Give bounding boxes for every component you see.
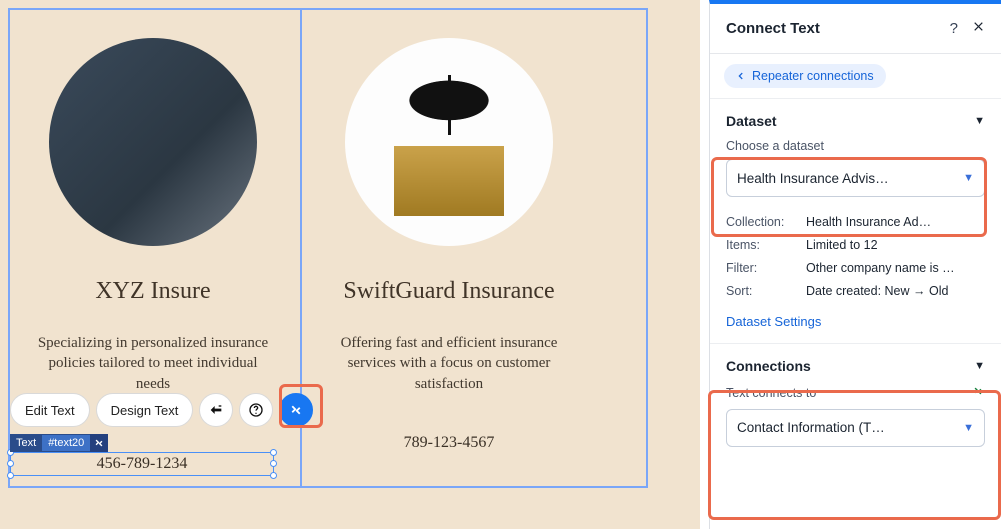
selection-box[interactable] [10, 452, 274, 476]
meta-key: Collection: [726, 211, 798, 234]
breadcrumb-row: Repeater connections [710, 54, 1001, 99]
connections-section-label: Connections [726, 358, 811, 374]
card-phone: 789-123-4567 [404, 434, 495, 452]
panel-help-icon[interactable]: ? [950, 20, 958, 37]
selection-kind-label: Text [10, 435, 42, 451]
dataset-settings-link[interactable]: Dataset Settings [710, 304, 1001, 343]
dataset-section-header[interactable]: Dataset ▼ [710, 99, 1001, 139]
chevron-down-icon: ▼ [974, 360, 985, 372]
design-text-button[interactable]: Design Text [96, 393, 194, 427]
animation-button[interactable] [199, 393, 233, 427]
card-description: Specializing in personalized insurance p… [33, 333, 273, 394]
breadcrumb-back[interactable]: Repeater connections [724, 64, 886, 88]
text-connects-label: Text connects to [726, 386, 816, 400]
connect-panel: Connect Text ? Repeater connections Data… [709, 0, 1001, 529]
text-connects-dropdown[interactable]: Contact Information (T… ▼ [726, 409, 985, 447]
chevron-down-icon: ▼ [963, 422, 974, 434]
text-connects-value: Contact Information (T… [737, 420, 885, 435]
meta-value: Date created: New → Old [806, 280, 985, 303]
panel-title: Connect Text [726, 20, 820, 37]
help-button[interactable] [239, 393, 273, 427]
element-toolbar: Edit Text Design Text [10, 392, 313, 428]
selection-tag: Text #text20 [10, 434, 108, 452]
card-title: XYZ Insure [95, 278, 210, 305]
choose-dataset-label: Choose a dataset [710, 139, 1001, 159]
breadcrumb-label: Repeater connections [752, 69, 874, 83]
dataset-dropdown-value: Health Insurance Advis… [737, 171, 889, 186]
panel-header: Connect Text ? [710, 4, 1001, 54]
connections-section-header[interactable]: Connections ▼ [710, 344, 1001, 384]
card-title: SwiftGuard Insurance [343, 278, 554, 305]
meta-key: Sort: [726, 280, 798, 303]
meta-key: Filter: [726, 257, 798, 280]
connect-data-button[interactable] [279, 393, 313, 427]
connect-icon [971, 384, 985, 403]
panel-close-icon[interactable] [972, 20, 985, 38]
edit-text-button[interactable]: Edit Text [10, 393, 90, 427]
selection-id-label: #text20 [42, 435, 90, 451]
chevron-down-icon: ▼ [974, 115, 985, 127]
meta-value: Other company name is … [806, 257, 985, 280]
dataset-section-label: Dataset [726, 113, 777, 129]
card-description: Offering fast and efficient insurance se… [329, 333, 569, 394]
meta-value: Health Insurance Ad… [806, 211, 985, 234]
meta-value: Limited to 12 [806, 234, 985, 257]
card-image [49, 38, 257, 246]
card-image [345, 38, 553, 246]
meta-key: Items: [726, 234, 798, 257]
chevron-down-icon: ▼ [963, 172, 974, 184]
dataset-meta: Collection: Health Insurance Ad… Items: Li… [710, 205, 1001, 304]
selection-data-icon [90, 434, 108, 452]
editor-canvas[interactable]: XYZ Insure Specializing in personalized … [0, 0, 700, 529]
repeater-item[interactable]: SwiftGuard Insurance Offering fast and e… [300, 8, 590, 488]
dataset-dropdown[interactable]: Health Insurance Advis… ▼ [726, 159, 985, 197]
